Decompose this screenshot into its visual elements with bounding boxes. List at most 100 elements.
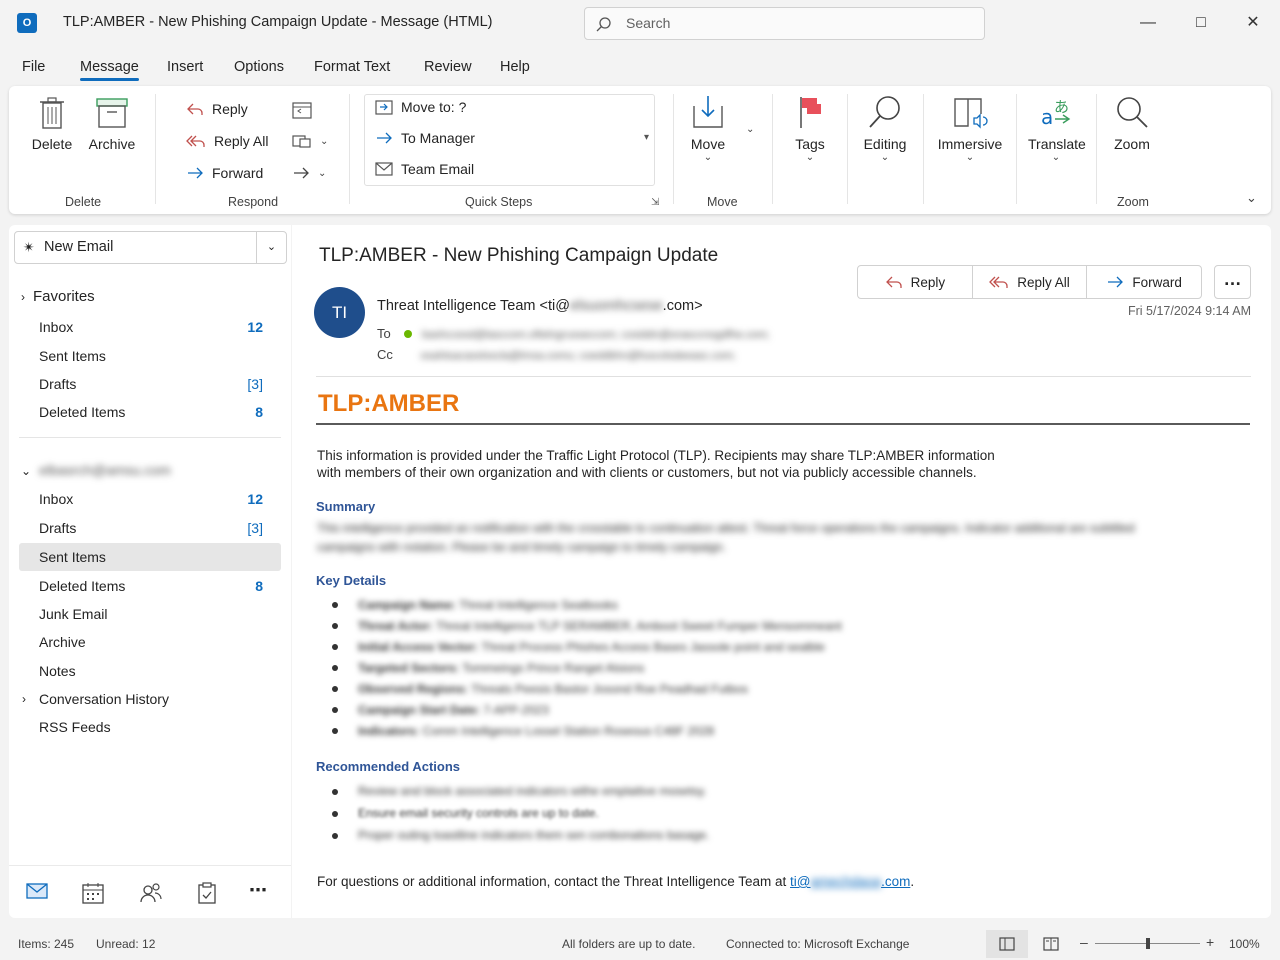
zoom-level: 100% <box>1229 937 1260 951</box>
more-respond-button[interactable]: ⌄ <box>292 133 328 149</box>
forward-icon <box>1108 276 1124 288</box>
forward-button[interactable]: Forward <box>186 165 263 181</box>
folder-deleted-items[interactable]: Deleted Items 8 <box>19 572 281 600</box>
folder-conversation-history[interactable]: › Conversation History <box>19 685 281 713</box>
bullet <box>332 665 338 671</box>
menu-options[interactable]: Options <box>234 59 284 75</box>
status-bar: Items: 245 Unread: 12 All folders are up… <box>0 928 1280 960</box>
ribbon-divider <box>349 94 350 204</box>
tasks-icon[interactable] <box>197 882 217 904</box>
folder-inbox[interactable]: Inbox 12 <box>19 485 281 513</box>
cc-line: Cc osahtsacasslsscla@lmsa.comu; coeddbhn… <box>377 347 736 362</box>
favorite-deleted-items[interactable]: Deleted Items 8 <box>19 398 281 426</box>
delete-button[interactable]: Delete <box>31 96 73 152</box>
mail-icon[interactable] <box>26 882 48 900</box>
contact-email-link[interactable]: ti@amechdaoa.com <box>790 874 910 889</box>
search-box[interactable] <box>584 7 985 40</box>
calendar-icon[interactable] <box>82 882 104 904</box>
move-button[interactable]: Move ⌄ <box>689 94 727 163</box>
zoom-slider[interactable] <box>1095 938 1200 949</box>
header-divider <box>316 376 1251 377</box>
list-item: Indicators: Comm Intelligence Lossel Sta… <box>358 724 715 738</box>
search-input[interactable] <box>626 15 926 31</box>
archive-button[interactable]: Archive <box>87 96 137 152</box>
zoom-in-icon[interactable]: + <box>1206 934 1214 950</box>
favorite-sent-items[interactable]: Sent Items <box>19 342 281 370</box>
normal-view-icon <box>999 937 1015 951</box>
list-item: Targeted Sectors: Tommeings Prince Range… <box>358 661 645 675</box>
more-actions-button[interactable]: … <box>1214 265 1251 299</box>
ribbon-divider <box>1096 94 1097 204</box>
meeting-reply-button[interactable] <box>292 101 312 119</box>
reply-all-button[interactable]: Reply All <box>186 133 268 149</box>
menu-help[interactable]: Help <box>500 59 530 75</box>
editing-button[interactable]: Editing ⌄ <box>862 94 908 163</box>
sender-avatar: TI <box>314 287 365 338</box>
forward-arrow-icon <box>294 167 309 179</box>
maximize-icon[interactable]: □ <box>1181 8 1221 38</box>
quick-steps-scroll-icon[interactable]: ▾ <box>644 132 649 143</box>
people-icon[interactable] <box>139 882 163 904</box>
reading-view-icon[interactable] <box>1043 937 1059 951</box>
menu-insert[interactable]: Insert <box>167 59 203 75</box>
mail-icon <box>375 162 393 176</box>
immersive-reader-button[interactable]: Immersive ⌄ <box>937 94 1003 163</box>
favorite-drafts[interactable]: Drafts [3] <box>19 370 281 398</box>
group-label-zoom: Zoom <box>1117 195 1149 209</box>
more-apps-icon[interactable]: ⋯ <box>249 880 268 901</box>
menu-format-text[interactable]: Format Text <box>314 59 390 75</box>
folder-sent-items[interactable]: Sent Items <box>19 543 281 571</box>
presence-icon <box>404 330 413 338</box>
ribbon-divider <box>1016 94 1017 204</box>
favorite-inbox[interactable]: Inbox 12 <box>19 313 281 341</box>
ribbon-collapse-icon[interactable]: ⌄ <box>1246 190 1257 206</box>
menu-review[interactable]: Review <box>424 59 472 75</box>
move-icon <box>693 96 723 128</box>
forward-action-button[interactable]: Forward <box>1087 266 1201 298</box>
item-count: Items: 245 <box>18 937 75 951</box>
folder-rss-feeds[interactable]: RSS Feeds <box>19 713 281 741</box>
favorites-header[interactable]: › Favorites <box>19 284 95 310</box>
chevron-down-icon: ⌄ <box>318 167 327 179</box>
unread-count: Unread: 12 <box>96 937 156 951</box>
menu-message[interactable]: Message <box>80 59 139 81</box>
move-dropdown-icon[interactable]: ⌄ <box>746 124 754 135</box>
list-item: Review and block associated indicators w… <box>358 784 707 798</box>
account-header[interactable]: ⌄ elbasrch@amsu.com <box>19 457 171 484</box>
chevron-down-icon[interactable]: ⌄ <box>256 232 286 263</box>
folder-notes[interactable]: Notes <box>19 657 281 685</box>
bullet <box>332 707 338 713</box>
reply-all-action-button[interactable]: Reply All <box>973 266 1088 298</box>
quick-step-to-manager[interactable]: To Manager <box>375 130 475 146</box>
dialog-launcher-icon[interactable]: ⇲ <box>651 197 659 208</box>
tags-button[interactable]: Tags ⌄ <box>793 94 827 163</box>
new-email-button[interactable]: ✴ New Email ⌄ <box>14 231 287 264</box>
translate-button[interactable]: aあ Translate ⌄ <box>1028 94 1086 163</box>
reply-button[interactable]: Reply <box>186 101 248 117</box>
message-actions: Reply Reply All Forward <box>857 265 1202 299</box>
ribbon: Delete Archive Delete Reply Reply All Fo… <box>9 86 1271 214</box>
folder-archive[interactable]: Archive <box>19 628 281 656</box>
quick-step-team-email[interactable]: Team Email <box>375 161 474 177</box>
zoom-slider-thumb[interactable] <box>1145 938 1150 949</box>
normal-view-button[interactable] <box>986 930 1028 958</box>
reply-action-button[interactable]: Reply <box>858 266 973 298</box>
to-line: To bashccesd@lasccom.oftelngrusseccom; c… <box>377 326 770 341</box>
menu-file[interactable]: File <box>22 59 45 75</box>
close-icon[interactable]: ✕ <box>1233 8 1273 38</box>
minimize-icon[interactable]: — <box>1128 8 1168 38</box>
sender[interactable]: Threat Intelligence Team <ti@elsuomhcses… <box>377 298 703 314</box>
ribbon-divider <box>847 94 848 204</box>
folder-drafts[interactable]: Drafts [3] <box>19 514 281 542</box>
chevron-down-icon: ⌄ <box>703 152 713 163</box>
zoom-button[interactable]: Zoom <box>1113 94 1151 152</box>
ribbon-divider <box>923 94 924 204</box>
zoom-out-icon[interactable]: – <box>1080 934 1088 950</box>
ribbon-divider <box>673 94 674 204</box>
translate-icon: aあ <box>1041 98 1071 129</box>
immersive-reader-icon <box>954 98 988 129</box>
quick-step-move-to[interactable]: Move to: ? <box>375 99 466 115</box>
forward-options-button[interactable]: ⌄ <box>292 165 326 181</box>
folder-junk-email[interactable]: Junk Email <box>19 600 281 628</box>
title-bar: O TLP:AMBER - New Phishing Campaign Upda… <box>0 0 1280 46</box>
